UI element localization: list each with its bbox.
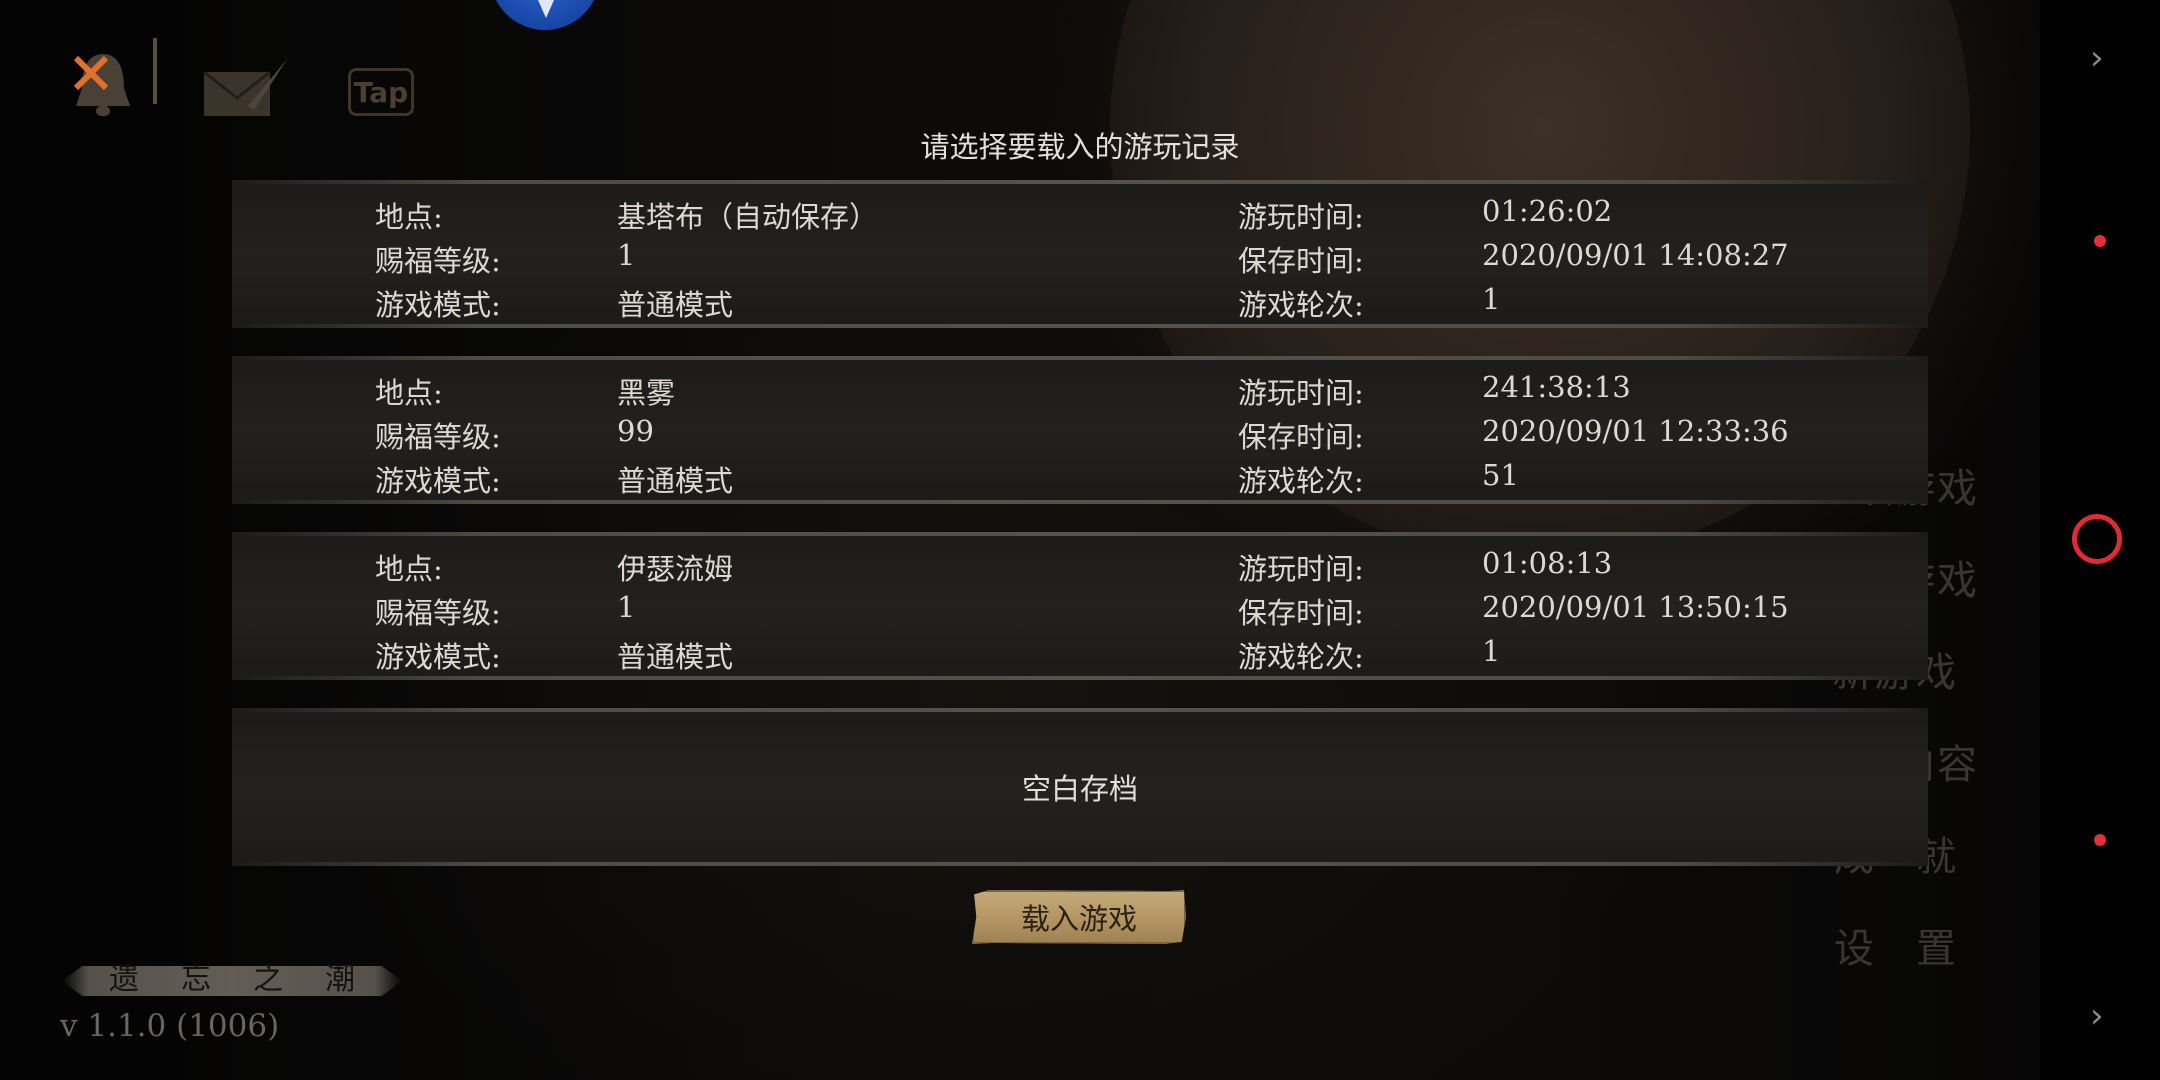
play-time-label: 游玩时间: <box>1238 552 1364 586</box>
game-mode-value: 普通模式 <box>617 640 734 674</box>
load-game-button[interactable]: 载入游戏 <box>972 890 1186 944</box>
location-label: 地点: <box>375 552 443 586</box>
chevron-right-icon[interactable]: › <box>2090 996 2104 1036</box>
play-time-label: 游玩时间: <box>1238 376 1364 410</box>
empty-save-slot[interactable]: 空白存档 <box>232 708 1928 866</box>
compass-needle-icon <box>538 0 554 18</box>
save-time-value: 2020/09/01 13:50:15 <box>1482 590 1789 624</box>
blessing-level-value: 99 <box>617 414 654 448</box>
game-mode-label: 游戏模式: <box>375 464 501 498</box>
version-label: v 1.1.0 (1006) <box>60 1008 280 1044</box>
blessing-level-value: 1 <box>617 590 636 624</box>
save-time-label: 保存时间: <box>1238 420 1364 454</box>
play-time-label: 游玩时间: <box>1238 200 1364 234</box>
game-round-label: 游戏轮次: <box>1238 464 1364 498</box>
taptap-icon[interactable]: Tap <box>348 68 414 116</box>
location-value: 黑雾 <box>617 376 676 410</box>
mail-feather-icon[interactable] <box>200 54 292 124</box>
location-value: 伊瑟流姆 <box>617 552 734 586</box>
save-time-label: 保存时间: <box>1238 596 1364 630</box>
game-mode-value: 普通模式 <box>617 464 734 498</box>
location-label: 地点: <box>375 376 443 410</box>
blessing-level-label: 赐福等级: <box>375 596 501 630</box>
notification-bell-icon[interactable] <box>68 42 138 130</box>
game-mode-label: 游戏模式: <box>375 640 501 674</box>
save-slot[interactable]: 地点: 基塔布（自动保存） 赐福等级: 1 游戏模式: 普通模式 游玩时间: 0… <box>232 180 1928 328</box>
game-round-value: 1 <box>1482 282 1501 316</box>
chevron-right-icon[interactable]: › <box>2090 38 2104 78</box>
save-slot[interactable]: 地点: 伊瑟流姆 赐福等级: 1 游戏模式: 普通模式 游玩时间: 01:08:… <box>232 532 1928 680</box>
play-time-value: 241:38:13 <box>1482 370 1631 404</box>
game-round-label: 游戏轮次: <box>1238 288 1364 322</box>
game-mode-label: 游戏模式: <box>375 288 501 322</box>
game-round-value: 1 <box>1482 634 1501 668</box>
empty-slot-label: 空白存档 <box>1021 772 1138 806</box>
red-dot-indicator <box>2094 834 2106 846</box>
record-icon[interactable] <box>2072 514 2122 564</box>
menu-settings[interactable]: 设置 <box>1790 916 2000 974</box>
save-time-label: 保存时间: <box>1238 244 1364 278</box>
logo-text: 遗忘之潮 <box>109 962 397 997</box>
play-time-value: 01:26:02 <box>1482 194 1613 228</box>
red-dot-indicator <box>2094 235 2106 247</box>
location-value: 基塔布（自动保存） <box>617 200 879 234</box>
location-label: 地点: <box>375 200 443 234</box>
save-slot[interactable]: 地点: 黑雾 赐福等级: 99 游戏模式: 普通模式 游玩时间: 241:38:… <box>232 356 1928 504</box>
play-time-value: 01:08:13 <box>1482 546 1613 580</box>
blessing-level-value: 1 <box>617 238 636 272</box>
icon-divider <box>153 38 157 104</box>
game-round-value: 51 <box>1482 458 1519 492</box>
blessing-level-label: 赐福等级: <box>375 420 501 454</box>
save-time-value: 2020/09/01 14:08:27 <box>1482 238 1789 272</box>
dialog-title: 请选择要载入的游玩记录 <box>920 130 1240 164</box>
save-time-value: 2020/09/01 12:33:36 <box>1482 414 1789 448</box>
blessing-level-label: 赐福等级: <box>375 244 501 278</box>
game-mode-value: 普通模式 <box>617 288 734 322</box>
game-round-label: 游戏轮次: <box>1238 640 1364 674</box>
game-logo: 遗忘之潮 <box>62 960 402 1000</box>
